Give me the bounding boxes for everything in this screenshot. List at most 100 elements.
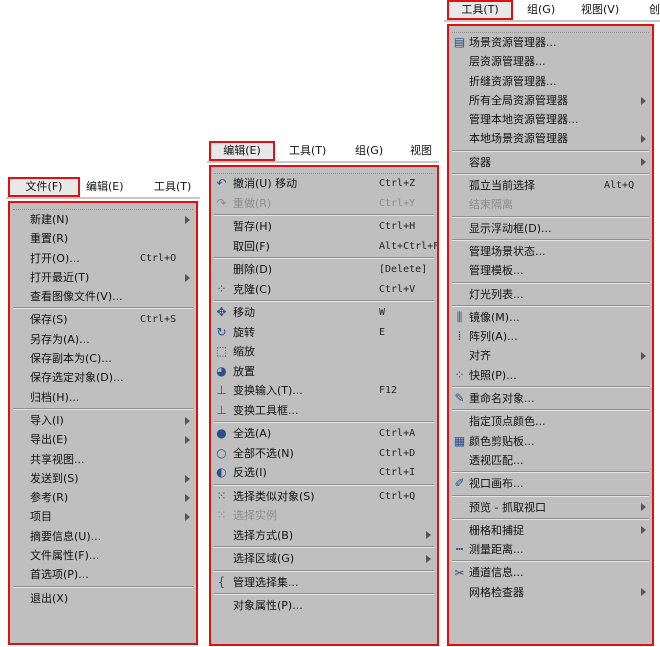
menu-item[interactable]: ⊥ 变换输入(T)... F12 [211,381,437,401]
menu-item[interactable]: 文件属性(F)... [10,546,196,565]
mirror-icon: ⫼ [456,310,463,324]
menu-item[interactable]: 显示浮动框(D)... [449,219,652,238]
submenu-arrow-icon [426,531,431,540]
menu-item[interactable]: 管理本地资源管理器... [449,110,652,129]
menu-item[interactable]: 共享视图... [10,450,196,469]
menu-item-label: 重做(R) [233,196,272,210]
menu-view[interactable]: 视图(V) [581,0,619,20]
menu-item[interactable]: 项目 [10,507,196,526]
menu-item[interactable]: 对象属性(P)... [211,596,437,616]
menu-item[interactable]: 所有全局资源管理器 [449,91,652,110]
menu-item[interactable]: 对齐 [449,346,652,365]
menu-item-shortcut: Ctrl+O [140,252,177,264]
menu-item-label: 全部不选(N) [233,446,294,460]
menu-item[interactable]: 保存选定对象(D)... [10,368,196,387]
menu-item[interactable]: ⫼ 镜像(M)... [449,308,652,327]
menu-item[interactable]: 选择区域(G) [211,549,437,569]
menu-item[interactable]: 保存(S) Ctrl+S [10,310,196,329]
menu-separator [452,149,649,152]
menu-item[interactable]: 管理模板... [449,261,652,280]
menu-item[interactable]: 打开(O)... Ctrl+O [10,249,196,268]
menu-item[interactable]: ▦ 颜色剪贴板... [449,432,652,451]
menu-item[interactable]: ✎ 重命名对象... [449,389,652,408]
menu-separator [452,386,649,389]
menu-edit[interactable]: 编辑(E) [86,177,124,197]
menu-separator [214,483,434,486]
menu-item[interactable]: 另存为(A)... [10,330,196,349]
menu-item-label: 栅格和捕捉 [469,523,524,537]
menu-separator [13,307,193,310]
menu-item[interactable]: 预览 - 抓取视口 [449,498,652,517]
menu-item[interactable]: ⁙ 选择类似对象(S) Ctrl+Q [211,487,437,507]
menu-item[interactable]: 容器 [449,153,652,172]
menu-item[interactable]: 选择方式(B) [211,526,437,546]
menu-item[interactable]: ◕ 放置 [211,362,437,382]
menu-item-label: 导出(E) [30,433,68,447]
tearoff-gripper[interactable] [452,26,649,33]
menu-item-shortcut: Ctrl+A [379,428,416,439]
menu-item-label: 归档(H)... [30,390,80,404]
menu-item-label: 保存副本为(C)... [30,352,112,366]
menu-item[interactable]: 退出(X) [10,589,196,608]
menu-item[interactable]: ○ 全部不选(N) Ctrl+D [211,444,437,464]
menu-item[interactable]: ┅ 测量距离... [449,540,652,559]
tearoff-gripper[interactable] [13,203,193,210]
menu-item[interactable]: 归档(H)... [10,388,196,407]
menu-item[interactable]: ⬚ 缩放 [211,342,437,362]
menu-item[interactable]: ✥ 移动 W [211,303,437,323]
menu-item[interactable]: 摘要信息(U)... [10,527,196,546]
rotate-icon: ↻ [216,324,227,339]
menu-item[interactable]: ↻ 旋转 E [211,323,437,343]
menu-item[interactable]: 灯光列表... [449,285,652,304]
menu-item[interactable]: 保存副本为(C)... [10,349,196,368]
menu-item[interactable]: ▤ 场景资源管理器... [449,33,652,52]
menu-item[interactable]: 查看图像文件(V)... [10,287,196,306]
menu-item[interactable]: 暂存(H) Ctrl+H [211,217,437,237]
menu-item[interactable]: 发送到(S) [10,469,196,488]
menu-item[interactable]: ⊥ 变换工具框... [211,401,437,421]
menu-item[interactable]: 本地场景资源管理器 [449,129,652,148]
menu-item[interactable]: ⁘ 快照(P)... [449,366,652,385]
menu-item[interactable]: ● 全选(A) Ctrl+A [211,424,437,444]
menu-edit[interactable]: 编辑(E) [209,141,275,161]
menu-item[interactable]: 管理场景状态... [449,242,652,261]
menu-item[interactable]: 取回(F) Alt+Ctrl+F [211,237,437,257]
menu-item[interactable]: ✂ 通道信息... [449,563,652,582]
menu-item[interactable]: 栅格和捕捉 [449,521,652,540]
menu-item[interactable]: 指定顶点颜色... [449,412,652,431]
menu-item[interactable]: ◐ 反选(I) Ctrl+I [211,463,437,483]
menu-item[interactable]: ✐ 视口画布... [449,474,652,493]
menu-item[interactable]: 层资源管理器... [449,52,652,71]
selection-sets-icon: { [217,574,226,589]
menu-item[interactable]: 导入(I) [10,411,196,430]
menu-item[interactable]: ⁞ 阵列(A)... [449,327,652,346]
menu-tools[interactable]: 工具(T) [447,0,513,20]
menu-item[interactable]: 新建(N) [10,210,196,229]
tearoff-gripper[interactable] [214,167,434,174]
menu-item[interactable]: 首选项(P)... [10,565,196,584]
menu-item[interactable]: 重置(R) [10,229,196,248]
menu-tools[interactable]: 工具(T) [154,177,191,197]
menu-item[interactable]: 参考(R) [10,488,196,507]
menu-item[interactable]: 网格检查器 [449,583,652,602]
menu-item[interactable]: ↶ 撤消(U) 移动 Ctrl+Z [211,174,437,194]
menu-group[interactable]: 组(G) [355,141,383,161]
menu-item-shortcut: Ctrl+V [379,283,416,295]
menu-item[interactable]: ⁘ 克隆(C) Ctrl+V [211,280,437,300]
menu-file[interactable]: 文件(F) [8,177,80,197]
menu-tools[interactable]: 工具(T) [289,141,326,161]
menu-item[interactable]: 删除(D) [Delete] [211,260,437,280]
menu-item-label: 阵列(A)... [469,330,518,344]
menu-item-label: 变换输入(T)... [233,384,303,397]
menu-item[interactable]: 透视匹配... [449,451,652,470]
menu-item[interactable]: {管理选择集... [211,573,437,593]
menu-group[interactable]: 组(G) [527,0,555,20]
menu-create[interactable]: 创 [649,0,660,20]
menu-item[interactable]: 导出(E) [10,430,196,449]
menu-separator [452,494,649,497]
menu-view[interactable]: 视图 [410,141,432,161]
menu-item[interactable]: 折缝资源管理器... [449,72,652,91]
menu-item[interactable]: 孤立当前选择 Alt+Q [449,176,652,195]
menu-item[interactable]: 打开最近(T) [10,268,196,287]
menu-item-label: 容器 [469,155,491,169]
